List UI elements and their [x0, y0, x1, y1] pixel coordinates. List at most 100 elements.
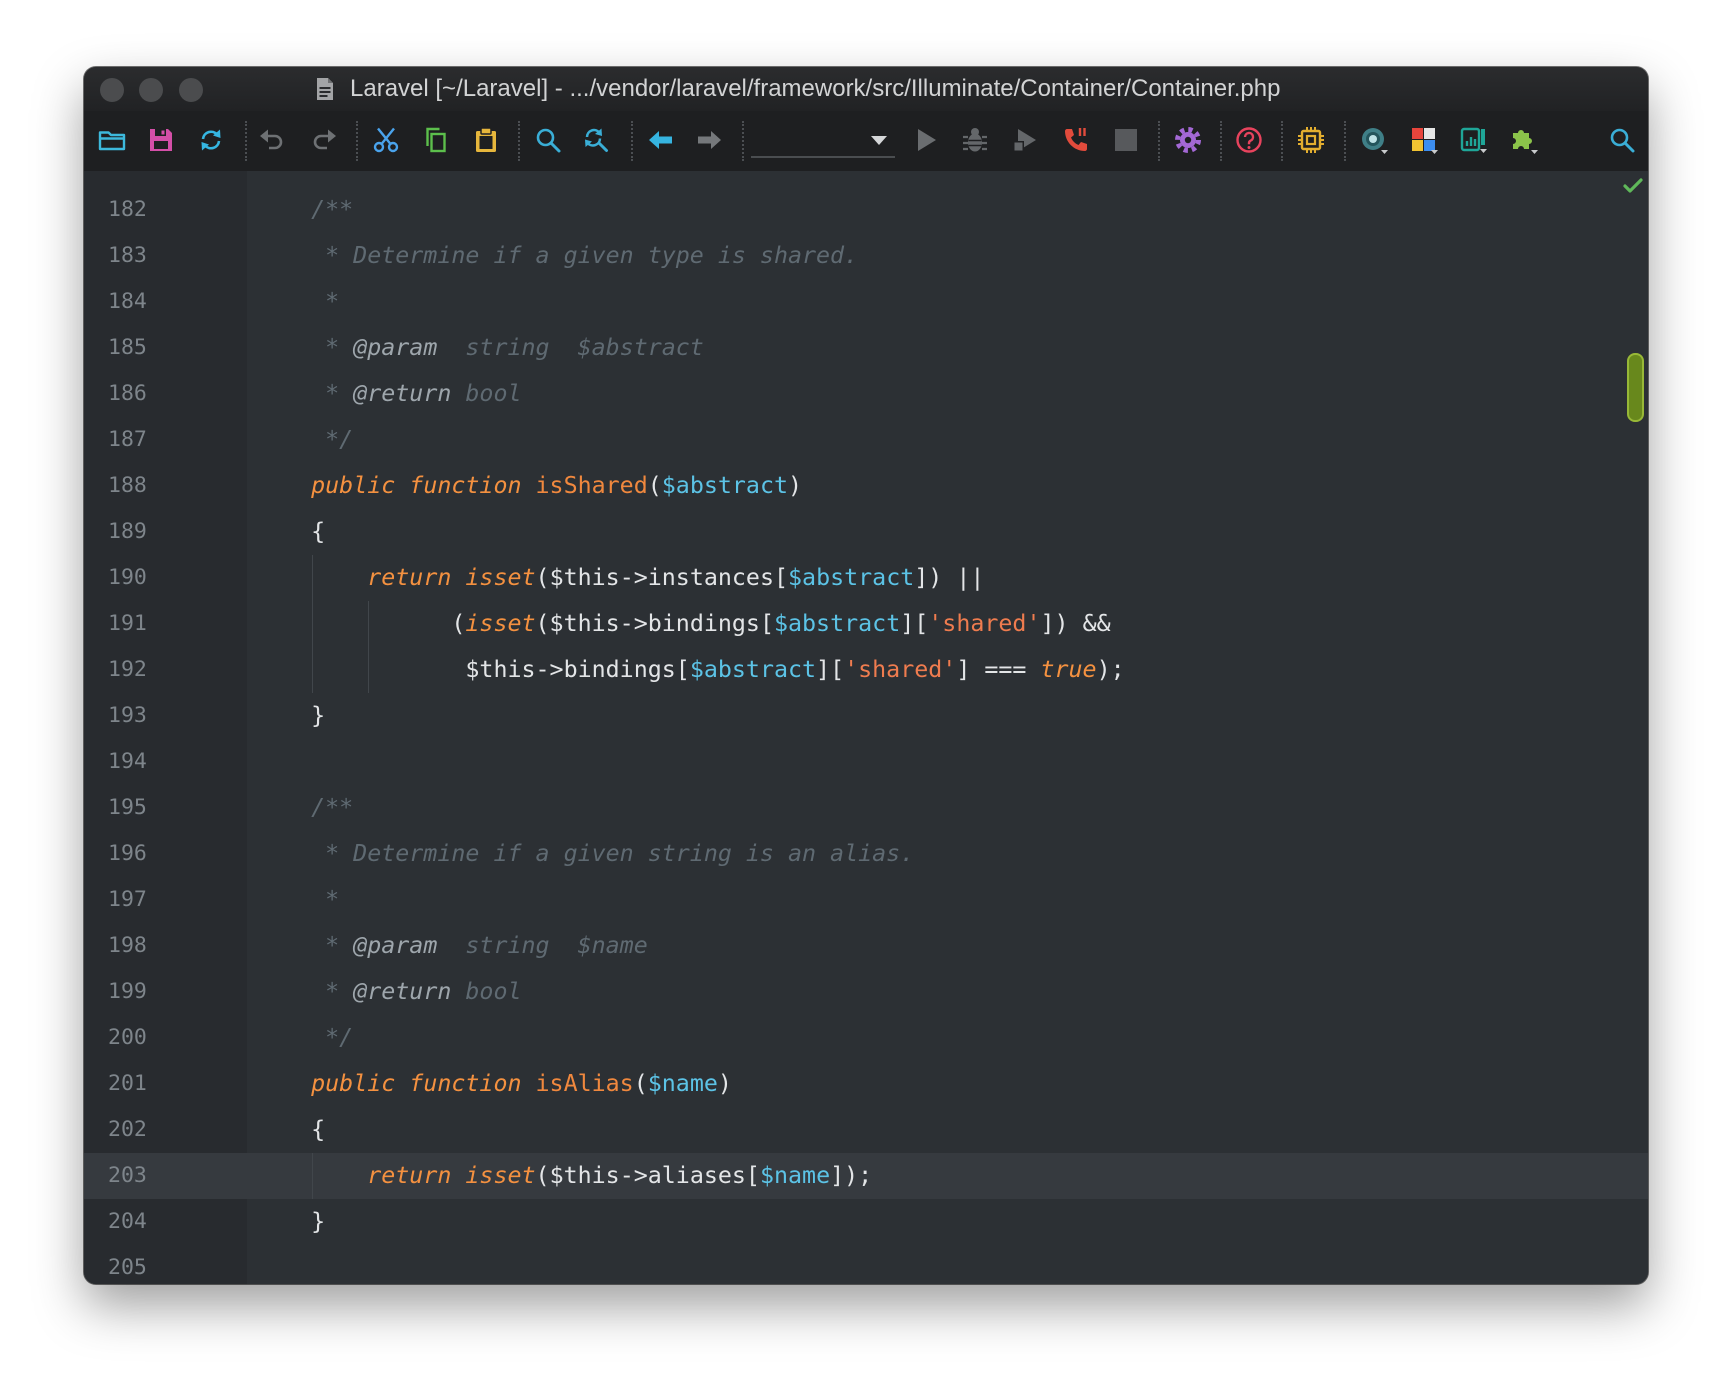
- run-configuration-dropdown[interactable]: [751, 125, 895, 158]
- code-text[interactable]: * @param string $name: [255, 923, 648, 969]
- code-text[interactable]: }: [255, 693, 325, 739]
- settings-gear-icon[interactable]: [1173, 125, 1203, 155]
- line-number[interactable]: 204: [108, 1199, 147, 1245]
- code-line[interactable]: 196 * Determine if a given string is an …: [84, 831, 1648, 877]
- find-icon[interactable]: [533, 125, 563, 155]
- minimize-button[interactable]: [139, 78, 163, 102]
- code-text[interactable]: * @param string $abstract: [255, 325, 704, 371]
- code-line[interactable]: 184 *: [84, 279, 1648, 325]
- line-number[interactable]: 187: [108, 417, 147, 463]
- code-line[interactable]: 204 }: [84, 1199, 1648, 1245]
- line-number[interactable]: 205: [108, 1245, 147, 1284]
- code-line[interactable]: 185 * @param string $abstract: [84, 325, 1648, 371]
- line-number[interactable]: 201: [108, 1061, 147, 1107]
- line-number[interactable]: 182: [108, 187, 147, 233]
- line-number[interactable]: 196: [108, 831, 147, 877]
- run-with-coverage-icon[interactable]: [1010, 125, 1040, 155]
- phone-icon[interactable]: [1061, 125, 1091, 155]
- code-line[interactable]: 198 * @param string $name: [84, 923, 1648, 969]
- layout-icon[interactable]: [1409, 125, 1439, 155]
- code-text[interactable]: /**: [255, 785, 353, 831]
- line-number[interactable]: 186: [108, 371, 147, 417]
- code-line[interactable]: 194: [84, 739, 1648, 785]
- code-text[interactable]: *: [255, 877, 339, 923]
- code-line[interactable]: 182 /**: [84, 187, 1648, 233]
- code-line[interactable]: 187 */: [84, 417, 1648, 463]
- code-text[interactable]: }: [255, 1199, 325, 1245]
- cpu-icon[interactable]: [1296, 125, 1326, 155]
- forward-arrow-icon[interactable]: [694, 125, 724, 155]
- code-line[interactable]: 186 * @return bool: [84, 371, 1648, 417]
- code-text[interactable]: public function isShared($abstract): [255, 463, 802, 509]
- paste-icon[interactable]: [471, 125, 501, 155]
- code-text[interactable]: {: [255, 1107, 325, 1153]
- close-button[interactable]: [100, 78, 124, 102]
- code-text[interactable]: return isset($this->aliases[$name]);: [255, 1153, 872, 1199]
- code-text[interactable]: /**: [255, 187, 353, 233]
- code-line[interactable]: 191 (isset($this->bindings[$abstract]['s…: [84, 601, 1648, 647]
- code-text[interactable]: * Determine if a given type is shared.: [255, 233, 858, 279]
- code-text[interactable]: {: [255, 509, 325, 555]
- line-number[interactable]: 195: [108, 785, 147, 831]
- analyzer-icon[interactable]: [1459, 125, 1489, 155]
- code-line[interactable]: 195 /**: [84, 785, 1648, 831]
- redo-icon[interactable]: [309, 125, 339, 155]
- debug-icon[interactable]: [960, 125, 990, 155]
- back-arrow-icon[interactable]: [646, 125, 676, 155]
- code-line[interactable]: 188 public function isShared($abstract): [84, 463, 1648, 509]
- code-text[interactable]: return isset($this->instances[$abstract]…: [255, 555, 984, 601]
- open-folder-icon[interactable]: [97, 125, 127, 155]
- zoom-button[interactable]: [179, 78, 203, 102]
- line-number[interactable]: 185: [108, 325, 147, 371]
- code-line[interactable]: 197 *: [84, 877, 1648, 923]
- code-text[interactable]: *: [255, 279, 339, 325]
- line-number[interactable]: 194: [108, 739, 147, 785]
- code-line[interactable]: 192 $this->bindings[$abstract]['shared']…: [84, 647, 1648, 693]
- line-number[interactable]: 183: [108, 233, 147, 279]
- code-line[interactable]: 203 return isset($this->aliases[$name]);: [84, 1153, 1648, 1199]
- line-number[interactable]: 184: [108, 279, 147, 325]
- code-text[interactable]: $this->bindings[$abstract]['shared'] ===…: [255, 647, 1124, 693]
- code-line[interactable]: 189 {: [84, 509, 1648, 555]
- line-number[interactable]: 197: [108, 877, 147, 923]
- sync-icon[interactable]: [196, 125, 226, 155]
- line-number[interactable]: 188: [108, 463, 147, 509]
- search-everywhere-icon[interactable]: [1607, 125, 1637, 155]
- code-text[interactable]: */: [255, 417, 353, 463]
- line-number[interactable]: 189: [108, 509, 147, 555]
- code-line[interactable]: 201 public function isAlias($name): [84, 1061, 1648, 1107]
- copy-icon[interactable]: [421, 125, 451, 155]
- plugin-icon[interactable]: [1509, 125, 1539, 155]
- code-text[interactable]: (isset($this->bindings[$abstract]['share…: [255, 601, 1110, 647]
- code-text[interactable]: * @return bool: [255, 371, 521, 417]
- help-icon[interactable]: [1234, 125, 1264, 155]
- save-icon[interactable]: [146, 125, 176, 155]
- code-text[interactable]: * @return bool: [255, 969, 521, 1015]
- code-text[interactable]: * Determine if a given string is an alia…: [255, 831, 914, 877]
- stop-icon[interactable]: [1111, 125, 1141, 155]
- code-line[interactable]: 190 return isset($this->instances[$abstr…: [84, 555, 1648, 601]
- code-line[interactable]: 205: [84, 1245, 1648, 1284]
- line-number[interactable]: 193: [108, 693, 147, 739]
- line-number[interactable]: 190: [108, 555, 147, 601]
- vertical-scrollbar-thumb[interactable]: [1627, 353, 1644, 422]
- line-number[interactable]: 203: [108, 1153, 147, 1199]
- line-number[interactable]: 199: [108, 969, 147, 1015]
- cut-icon[interactable]: [371, 125, 401, 155]
- line-number[interactable]: 198: [108, 923, 147, 969]
- undo-icon[interactable]: [257, 125, 287, 155]
- line-number[interactable]: 192: [108, 647, 147, 693]
- record-icon[interactable]: [1359, 125, 1389, 155]
- code-text[interactable]: public function isAlias($name): [255, 1061, 732, 1107]
- run-icon[interactable]: [911, 125, 941, 155]
- code-line[interactable]: 200 */: [84, 1015, 1648, 1061]
- code-line[interactable]: 199 * @return bool: [84, 969, 1648, 1015]
- code-line[interactable]: 202 {: [84, 1107, 1648, 1153]
- line-number[interactable]: 191: [108, 601, 147, 647]
- code-text[interactable]: */: [255, 1015, 353, 1061]
- line-number[interactable]: 202: [108, 1107, 147, 1153]
- replace-icon[interactable]: [581, 125, 611, 155]
- code-line[interactable]: 193 }: [84, 693, 1648, 739]
- code-editor[interactable]: 182 /** 183 * Determine if a given type i…: [84, 171, 1648, 1284]
- inspection-ok-check-icon[interactable]: [1622, 175, 1644, 197]
